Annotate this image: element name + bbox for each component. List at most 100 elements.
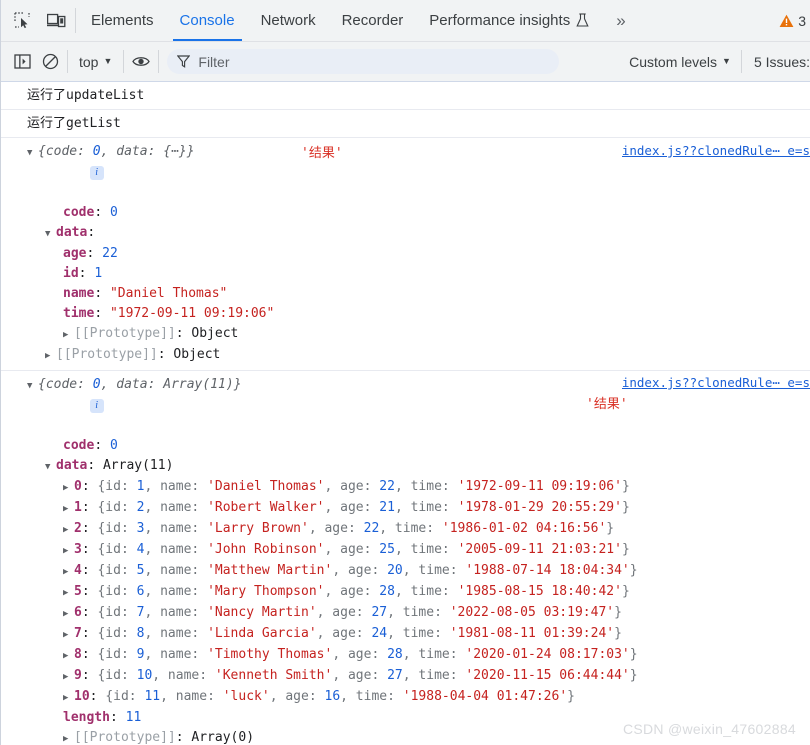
array-item-row[interactable]: 3: {id: 4, name: 'John Robinson', age: 2… [1, 540, 810, 561]
item-sep3: , time: [402, 647, 466, 662]
array-item-row[interactable]: 7: {id: 8, name: 'Linda Garcia', age: 24… [1, 624, 810, 645]
array-item-row[interactable]: 4: {id: 5, name: 'Matthew Martin', age: … [1, 561, 810, 582]
item-time: '2020-11-15 06:44:44' [465, 668, 630, 683]
tab-performance-insights[interactable]: Performance insights [416, 0, 602, 41]
info-badge-icon[interactable]: i [89, 166, 104, 180]
source-link[interactable]: index.js??clonedRule⋯ e=s [622, 375, 810, 390]
expand-triangle-icon[interactable] [63, 562, 74, 582]
item-time: '1986-01-02 04:16:56' [441, 521, 607, 536]
issues-counter[interactable]: 5 Issues: [746, 54, 810, 70]
item-close: } [567, 689, 575, 704]
expand-triangle-icon[interactable] [63, 325, 74, 345]
expand-triangle-icon[interactable] [63, 541, 74, 561]
item-sep3: , time: [394, 584, 458, 599]
item-sep3: , time: [394, 479, 458, 494]
array-index: 8 [74, 647, 82, 662]
expand-triangle-icon[interactable] [27, 143, 38, 163]
item-sep3: , time: [402, 563, 466, 578]
object-preview-post: } [233, 377, 242, 392]
execution-context-selector[interactable]: top ▼ [72, 50, 119, 74]
expand-triangle-icon[interactable] [45, 457, 56, 477]
console-message-list[interactable]: 运行了updateList 运行了getList index.js??clone… [1, 82, 810, 745]
expand-triangle-icon[interactable] [63, 499, 74, 519]
expand-triangle-icon[interactable] [63, 729, 74, 745]
warning-badge[interactable]: 3 [779, 13, 808, 29]
expand-triangle-icon[interactable] [27, 376, 38, 396]
array-item-row[interactable]: 2: {id: 3, name: 'Larry Brown', age: 22,… [1, 519, 810, 540]
chevron-down-icon: ▼ [103, 56, 113, 66]
item-age: 28 [379, 584, 395, 599]
property-sep: : [78, 266, 95, 281]
prototype-row[interactable]: [[Prototype]]: Object [1, 345, 810, 366]
array-item-row[interactable]: 5: {id: 6, name: 'Mary Thompson', age: 2… [1, 582, 810, 603]
property-value: Array(11) [102, 458, 174, 473]
more-tabs-button[interactable]: » [602, 0, 638, 41]
array-item-row[interactable]: 10: {id: 11, name: 'luck', age: 16, time… [1, 687, 810, 708]
devtools-window: Elements Console Network Recorder Perfor… [0, 0, 810, 745]
object-preview-pre: {code: [38, 144, 93, 159]
toolbar-divider-1 [67, 50, 68, 73]
prototype-key: [[Prototype]] [74, 730, 176, 745]
item-age: 20 [387, 563, 403, 578]
item-name: 'Kenneth Smith' [214, 668, 333, 683]
live-expression-icon[interactable] [128, 49, 154, 75]
array-index: 10 [74, 689, 90, 704]
expand-triangle-icon[interactable] [45, 224, 56, 244]
item-age: 16 [324, 689, 341, 704]
item-sep2: , age: [316, 605, 372, 620]
filter-input[interactable]: Filter [198, 54, 229, 70]
expand-triangle-icon[interactable] [63, 583, 74, 603]
property-sep: : [87, 458, 103, 473]
device-toolbar-icon[interactable] [45, 10, 67, 32]
property-row[interactable]: data: Array(11) [1, 456, 810, 477]
tab-recorder[interactable]: Recorder [329, 0, 417, 41]
expand-triangle-icon[interactable] [63, 520, 74, 540]
filter-input-wrapper[interactable]: Filter [167, 49, 560, 74]
item-sep1: , name: [144, 626, 208, 641]
item-sep2: , age: [324, 584, 380, 599]
property-key: code [63, 438, 95, 453]
expand-triangle-icon[interactable] [45, 346, 56, 366]
prototype-row[interactable]: [[Prototype]]: Object [1, 324, 810, 345]
array-item-row[interactable]: 0: {id: 1, name: 'Daniel Thomas', age: 2… [1, 477, 810, 498]
execution-context-label: top [79, 53, 99, 70]
console-sidebar-icon[interactable] [9, 49, 35, 75]
expand-triangle-icon[interactable] [63, 646, 74, 666]
property-row: id: 1 [1, 264, 810, 284]
item-name: 'Larry Brown' [207, 521, 309, 536]
source-link[interactable]: index.js??clonedRule⋯ e=s [622, 143, 810, 158]
property-row[interactable]: data: [1, 223, 810, 244]
array-item-row[interactable]: 9: {id: 10, name: 'Kenneth Smith', age: … [1, 666, 810, 687]
console-object-message[interactable]: index.js??clonedRule⋯ e=s '结果' {code: 0,… [1, 138, 810, 371]
expand-triangle-icon[interactable] [63, 604, 74, 624]
object-preview-code: 0 [92, 144, 101, 159]
prototype-value: Object [191, 326, 239, 341]
inspect-element-icon[interactable] [11, 10, 33, 32]
array-index-sep: : [81, 584, 98, 599]
array-index-sep: : [81, 647, 98, 662]
expand-triangle-icon[interactable] [63, 667, 74, 687]
console-object-message[interactable]: index.js??clonedRule⋯ e=s '结果' {code: 0,… [1, 371, 810, 745]
property-value: 22 [102, 246, 118, 261]
chevron-down-icon: ▼ [722, 56, 731, 66]
item-sep2: , age: [332, 563, 388, 578]
property-value: 1 [94, 266, 103, 281]
tab-console[interactable]: Console [167, 0, 248, 41]
clear-console-icon[interactable] [37, 49, 63, 75]
expand-triangle-icon[interactable] [63, 478, 74, 498]
array-item-row[interactable]: 8: {id: 9, name: 'Timothy Thomas', age: … [1, 645, 810, 666]
item-time: '2005-09-11 21:03:21' [457, 542, 622, 557]
info-badge-icon[interactable]: i [89, 399, 104, 413]
console-message[interactable]: 运行了getList [1, 110, 810, 138]
console-message[interactable]: 运行了updateList [1, 82, 810, 110]
expand-triangle-icon[interactable] [63, 625, 74, 645]
expand-triangle-icon[interactable] [63, 688, 74, 708]
tab-elements[interactable]: Elements [78, 0, 167, 41]
tab-network[interactable]: Network [248, 0, 329, 41]
tab-network-label: Network [260, 12, 316, 29]
array-item-row[interactable]: 6: {id: 7, name: 'Nancy Martin', age: 27… [1, 603, 810, 624]
property-key: name [63, 286, 95, 301]
toolbar-divider-4 [740, 50, 742, 73]
array-item-row[interactable]: 1: {id: 2, name: 'Robert Walker', age: 2… [1, 498, 810, 519]
log-levels-selector[interactable]: Custom levels ▼ [623, 54, 737, 70]
